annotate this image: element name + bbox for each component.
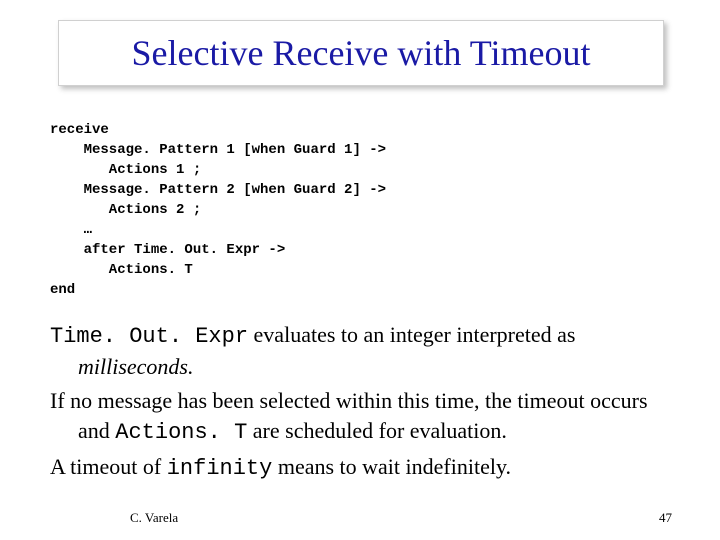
code-line: Message. Pattern 2 [when Guard 2] -> xyxy=(50,182,386,198)
code-line: Actions. T xyxy=(50,262,193,278)
body-text-span: are scheduled for evaluation. xyxy=(247,418,507,443)
slide: Selective Receive with Timeout receive M… xyxy=(0,0,720,540)
body-text-span: evaluates to an integer interpreted as xyxy=(248,322,575,347)
code-line: end xyxy=(50,282,75,298)
code-line: … xyxy=(50,222,92,238)
inline-code: infinity xyxy=(167,456,273,481)
inline-code: Actions. T xyxy=(115,420,247,445)
code-block: receive Message. Pattern 1 [when Guard 1… xyxy=(50,120,386,300)
title-box: Selective Receive with Timeout xyxy=(58,20,664,86)
footer-page-number: 47 xyxy=(659,510,672,526)
body-paragraph-1: Time. Out. Expr evaluates to an integer … xyxy=(50,320,670,382)
code-line: Actions 2 ; xyxy=(50,202,201,218)
body-text: Time. Out. Expr evaluates to an integer … xyxy=(50,320,670,488)
code-line: after Time. Out. Expr -> xyxy=(50,242,285,258)
body-text-span: A timeout of xyxy=(50,454,167,479)
body-paragraph-2: If no message has been selected within t… xyxy=(50,386,670,448)
slide-title: Selective Receive with Timeout xyxy=(132,32,591,74)
code-line: Actions 1 ; xyxy=(50,162,201,178)
footer-author: C. Varela xyxy=(130,510,178,526)
code-line: Message. Pattern 1 [when Guard 1] -> xyxy=(50,142,386,158)
body-paragraph-3: A timeout of infinity means to wait inde… xyxy=(50,452,670,484)
code-line: receive xyxy=(50,122,109,138)
inline-code: Time. Out. Expr xyxy=(50,324,248,349)
body-italic: milliseconds. xyxy=(78,354,194,379)
body-text-span: means to wait indefinitely. xyxy=(272,454,511,479)
